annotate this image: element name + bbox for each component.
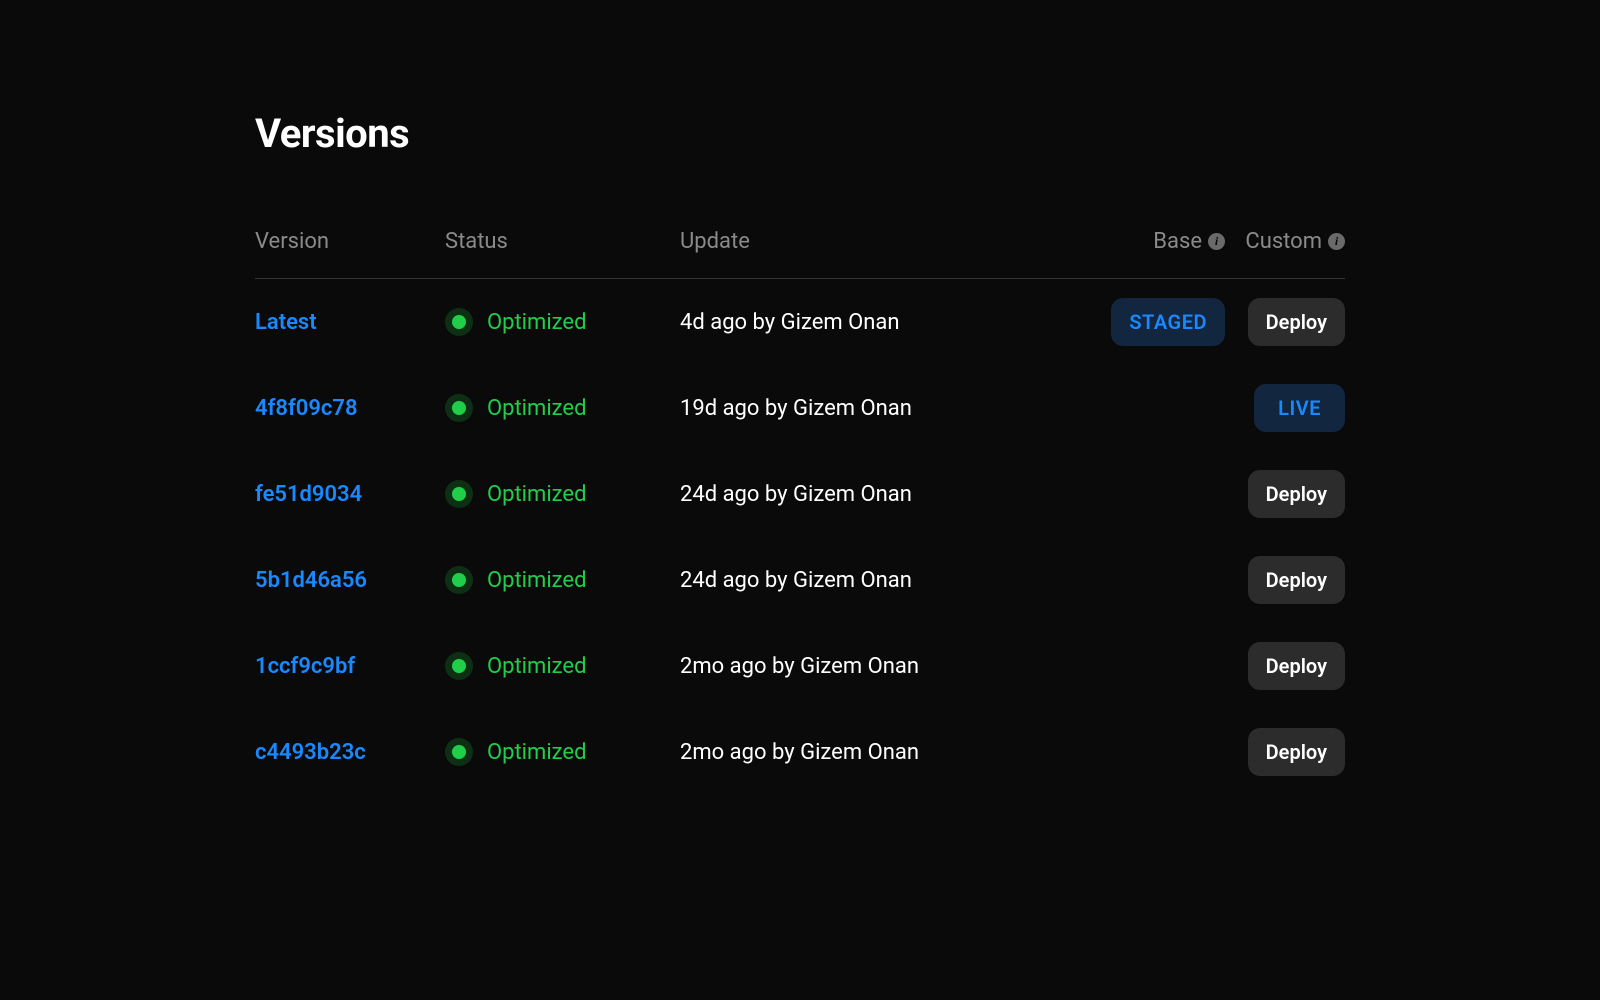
version-link[interactable]: c4493b23c <box>255 740 366 765</box>
table-row: 1ccf9c9bf Optimized 2mo ago by Gizem Onan D… <box>255 623 1345 709</box>
status-indicator-icon <box>445 308 473 336</box>
status-indicator-icon <box>445 394 473 422</box>
status-label: Optimized <box>487 310 587 335</box>
table-row: 5b1d46a56 Optimized 24d ago by Gizem Onan D… <box>255 537 1345 623</box>
version-link[interactable]: Latest <box>255 310 317 335</box>
status-label: Optimized <box>487 654 587 679</box>
status-label: Optimized <box>487 482 587 507</box>
table-row: Latest Optimized 4d ago by Gizem Onan STAGE… <box>255 279 1345 365</box>
update-text: 2mo ago by Gizem Onan <box>680 654 919 679</box>
table-row: fe51d9034 Optimized 24d ago by Gizem Onan D… <box>255 451 1345 537</box>
update-text: 24d ago by Gizem Onan <box>680 482 912 507</box>
update-text: 4d ago by Gizem Onan <box>680 310 900 335</box>
column-header-status: Status <box>445 229 508 254</box>
status-indicator-icon <box>445 738 473 766</box>
deploy-button[interactable]: Deploy <box>1248 556 1345 604</box>
page-title: Versions <box>255 110 1345 157</box>
column-header-version: Version <box>255 229 329 254</box>
status-label: Optimized <box>487 740 587 765</box>
status-indicator-icon <box>445 480 473 508</box>
version-link[interactable]: 1ccf9c9bf <box>255 654 355 679</box>
update-text: 19d ago by Gizem Onan <box>680 396 912 421</box>
update-text: 2mo ago by Gizem Onan <box>680 740 919 765</box>
deploy-button[interactable]: Deploy <box>1248 470 1345 518</box>
version-link[interactable]: 4f8f09c78 <box>255 396 358 421</box>
status-indicator-icon <box>445 652 473 680</box>
table-row: c4493b23c Optimized 2mo ago by Gizem Onan D… <box>255 709 1345 795</box>
column-header-custom: Custom <box>1245 229 1322 254</box>
info-icon[interactable]: i <box>1328 233 1345 250</box>
version-link[interactable]: 5b1d46a56 <box>255 568 367 593</box>
update-text: 24d ago by Gizem Onan <box>680 568 912 593</box>
column-header-update: Update <box>680 229 750 254</box>
status-label: Optimized <box>487 568 587 593</box>
table-row: 4f8f09c78 Optimized 19d ago by Gizem Onan L… <box>255 365 1345 451</box>
table-header-row: Version Status Update Base i Custom i <box>255 229 1345 279</box>
version-link[interactable]: fe51d9034 <box>255 482 362 507</box>
live-badge: LIVE <box>1254 384 1345 432</box>
column-header-base: Base <box>1153 229 1202 254</box>
deploy-button[interactable]: Deploy <box>1248 298 1345 346</box>
deploy-button[interactable]: Deploy <box>1248 642 1345 690</box>
versions-table: Version Status Update Base i Custom i <box>255 229 1345 795</box>
status-label: Optimized <box>487 396 587 421</box>
status-indicator-icon <box>445 566 473 594</box>
info-icon[interactable]: i <box>1208 233 1225 250</box>
deploy-button[interactable]: Deploy <box>1248 728 1345 776</box>
staged-badge[interactable]: STAGED <box>1111 298 1225 346</box>
